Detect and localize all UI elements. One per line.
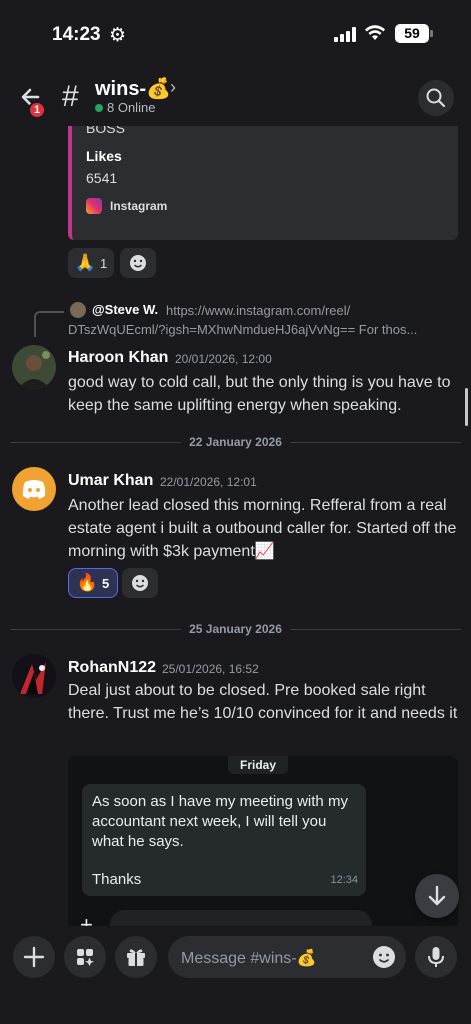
message-composer: Message #wins-💰: [0, 926, 471, 1024]
instagram-icon: [86, 198, 102, 214]
embed-line: BOSS: [86, 126, 125, 136]
message-timestamp: 25/01/2026, 16:52: [162, 662, 259, 676]
avatar-image: [12, 654, 56, 698]
channel-name[interactable]: wins-💰: [95, 76, 171, 101]
embed-field-name: Likes: [86, 148, 122, 164]
channel-header: 1 # wins-💰 › 8 Online: [0, 70, 471, 126]
online-dot: [95, 104, 103, 112]
add-reaction-button[interactable]: [122, 568, 158, 598]
smiley-icon: [130, 255, 146, 271]
date-divider: 22 January 2026: [0, 435, 471, 449]
avatar-umar[interactable]: [12, 467, 56, 511]
message-placeholder: Message #wins-💰: [181, 950, 317, 967]
reaction-emoji: 🙏: [74, 253, 96, 272]
online-count: 8 Online: [107, 100, 156, 115]
smiley-icon: [132, 575, 148, 591]
message-timestamp: 22/01/2026, 12:01: [160, 475, 257, 489]
reply-author[interactable]: @Steve W.: [92, 302, 158, 317]
avatar-haroon[interactable]: [12, 345, 56, 389]
message-text: Deal just about to be closed. Pre booked…: [68, 682, 458, 722]
emoji-icon[interactable]: [372, 945, 396, 969]
battery-tip: [430, 30, 433, 37]
apps-button[interactable]: [64, 936, 106, 978]
unread-badge: 1: [28, 101, 46, 119]
gift-button[interactable]: [115, 936, 157, 978]
date-divider-label: 25 January 2026: [181, 622, 290, 636]
reaction-count: 1: [99, 255, 108, 271]
bubble-text: As soon as I have my meeting with my acc…: [92, 793, 348, 850]
jump-to-present-button[interactable]: [415, 874, 459, 918]
plus-icon: +: [80, 912, 93, 926]
hash-icon: #: [62, 80, 79, 113]
screenshot-input-bar: +: [68, 908, 458, 926]
add-attachment-button[interactable]: [13, 936, 55, 978]
discord-logo-icon: [22, 480, 46, 499]
bubble-thanks: Thanks: [92, 871, 142, 888]
message-input[interactable]: Message #wins-💰: [168, 936, 406, 978]
avatar-image: [12, 345, 56, 389]
message-author[interactable]: Umar Khan: [68, 472, 153, 490]
image-attachment[interactable]: Friday As soon as I have my meeting with…: [68, 756, 458, 926]
message-text: Another lead closed this morning. Reffer…: [68, 497, 457, 560]
bubble-time: 12:34: [330, 874, 358, 886]
wifi-icon: [365, 25, 385, 40]
message-list[interactable]: BOSS Likes 6541 Instagram 🙏 1 @Steve W. …: [0, 126, 471, 926]
plus-icon: [23, 946, 45, 968]
message-text: good way to cold call, but the only thin…: [68, 374, 451, 414]
message-author[interactable]: RohanN122: [68, 659, 156, 677]
battery-indicator: 59: [395, 24, 429, 43]
reply-avatar: [70, 302, 86, 318]
add-reaction-button[interactable]: [120, 248, 156, 278]
reply-preview-cont[interactable]: DTszWqUEcml/?igsh=MXhwNmdueHJ6ajVvNg== F…: [68, 322, 417, 337]
chevron-right-icon[interactable]: ›: [170, 77, 176, 98]
screenshot-input: [110, 910, 372, 926]
embed-source: Instagram: [110, 199, 168, 213]
date-divider-label: 22 January 2026: [181, 435, 290, 449]
voice-message-button[interactable]: [415, 936, 457, 978]
reaction-pray[interactable]: 🙏 1: [68, 248, 114, 278]
avatar-rohan[interactable]: [12, 654, 56, 698]
date-divider: 25 January 2026: [0, 622, 471, 636]
reaction-emoji: 🔥: [76, 573, 98, 592]
reply-connector: [34, 311, 64, 337]
chat-day-label: Friday: [228, 756, 289, 774]
search-icon: [426, 88, 446, 108]
search-button[interactable]: [418, 80, 454, 116]
reply-preview[interactable]: https://www.instagram.com/reel/: [166, 303, 350, 318]
reaction-count: 5: [101, 575, 110, 591]
apps-icon: [77, 949, 94, 966]
signal-icon: [334, 27, 356, 42]
message-author[interactable]: Haroon Khan: [68, 349, 168, 367]
microphone-icon: [428, 947, 444, 967]
status-bar: 14:23 ⚙ 59: [0, 0, 471, 70]
embed-field-value: 6541: [86, 170, 118, 186]
arrow-down-icon: [428, 885, 446, 906]
message-timestamp: 20/01/2026, 12:00: [175, 352, 272, 366]
gift-icon: [127, 949, 145, 966]
instagram-embed[interactable]: BOSS Likes 6541 Instagram: [68, 126, 458, 240]
chat-bubble: As soon as I have my meeting with my acc…: [82, 784, 366, 896]
settings-icon: ⚙: [109, 25, 127, 46]
scrollbar[interactable]: [465, 388, 468, 426]
status-time: 14:23: [52, 24, 101, 45]
reaction-fire[interactable]: 🔥 5: [68, 568, 118, 598]
